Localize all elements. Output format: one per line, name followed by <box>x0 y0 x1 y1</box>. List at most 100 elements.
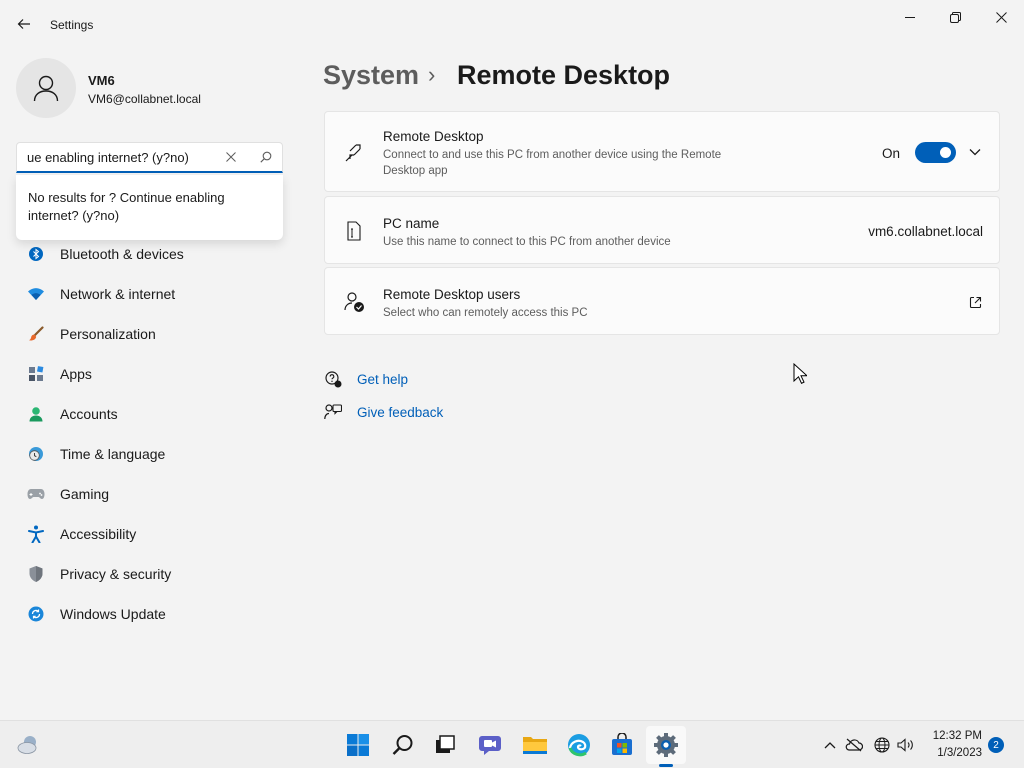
breadcrumb-parent[interactable]: System <box>323 60 419 91</box>
search-button[interactable] <box>258 149 274 165</box>
toggle-knob <box>940 147 951 158</box>
sidebar-item-label: Apps <box>60 366 92 382</box>
remote-desktop-title: Remote Desktop <box>383 129 484 144</box>
weather-cloud-icon <box>17 736 37 754</box>
search-input[interactable]: ue enabling internet? (y?no) <box>16 142 283 173</box>
close-icon <box>995 11 1007 23</box>
show-hidden-icons-button[interactable] <box>821 737 839 753</box>
give-feedback-link[interactable]: Give feedback <box>357 405 443 420</box>
edge-button[interactable] <box>565 731 593 759</box>
sidebar-item-accessibility[interactable]: Accessibility <box>16 516 283 552</box>
network-button[interactable] <box>873 737 891 753</box>
remote-desktop-toggle-label: On <box>882 146 901 161</box>
restore-button[interactable] <box>932 4 978 30</box>
help-chat-icon <box>324 370 342 388</box>
pc-name-description: Use this name to connect to this PC from… <box>383 236 671 248</box>
sidebar-item-time-language[interactable]: Time & language <box>16 436 283 472</box>
back-button[interactable] <box>10 10 38 38</box>
get-help-link[interactable]: Get help <box>357 372 408 387</box>
remote-desktop-users-card[interactable]: Remote Desktop users Select who can remo… <box>324 267 1000 335</box>
remote-desktop-users-title: Remote Desktop users <box>383 287 521 302</box>
search-no-results: No results for ? Continue enabling inter… <box>16 175 283 240</box>
user-email: VM6@collabnet.local <box>88 92 201 106</box>
accessibility-icon <box>16 516 56 552</box>
give-feedback-row[interactable]: Give feedback <box>324 401 443 423</box>
clear-search-button[interactable] <box>223 149 239 165</box>
sidebar-item-network-internet[interactable]: Network & internet <box>16 276 283 312</box>
globe-icon <box>874 737 890 753</box>
edge-icon <box>568 734 590 757</box>
minimize-icon <box>905 17 915 18</box>
start-icon <box>347 734 369 756</box>
pc-name-value: vm6.collabnet.local <box>868 224 983 239</box>
notification-badge[interactable]: 2 <box>988 737 1004 753</box>
sidebar-item-apps[interactable]: Apps <box>16 356 283 392</box>
sidebar-item-accounts[interactable]: Accounts <box>16 396 283 432</box>
clock-globe-icon <box>16 436 56 472</box>
bluetooth-icon <box>16 236 56 272</box>
open-external-icon <box>967 294 983 310</box>
remote-desktop-users-description: Select who can remotely access this PC <box>383 307 588 319</box>
user-icon <box>33 75 59 102</box>
get-help-row[interactable]: Get help <box>324 368 408 390</box>
settings-app-button[interactable] <box>652 731 680 759</box>
pc-name-title: PC name <box>383 216 440 231</box>
settings-icon <box>654 733 678 757</box>
start-button[interactable] <box>344 731 372 759</box>
wifi-icon <box>16 276 56 312</box>
chat-icon <box>479 736 501 755</box>
users-check-icon <box>343 291 365 313</box>
user-name: VM6 <box>88 73 115 88</box>
store-button[interactable] <box>608 731 636 759</box>
sidebar-item-windows-update[interactable]: Windows Update <box>16 596 283 632</box>
avatar[interactable] <box>16 58 76 118</box>
weather-widget-button[interactable] <box>14 731 42 759</box>
restore-icon <box>949 11 961 23</box>
remote-desktop-icon <box>343 142 365 164</box>
gamepad-icon <box>16 476 56 512</box>
update-icon <box>16 596 56 632</box>
close-button[interactable] <box>978 4 1024 30</box>
remote-desktop-toggle[interactable] <box>915 142 956 163</box>
taskbar-search-button[interactable] <box>389 731 417 759</box>
speaker-icon <box>897 738 913 752</box>
brush-icon <box>16 316 56 352</box>
taskbar-active-indicator <box>659 764 673 767</box>
task-view-button[interactable] <box>431 731 459 759</box>
volume-button[interactable] <box>897 737 915 753</box>
taskbar: 12:32 PM 1/3/2023 2 <box>0 720 1024 768</box>
file-explorer-icon <box>523 737 547 754</box>
chat-button[interactable] <box>476 731 504 759</box>
sidebar-item-gaming[interactable]: Gaming <box>16 476 283 512</box>
shield-icon <box>16 556 56 592</box>
sidebar-item-label: Gaming <box>60 486 110 502</box>
sidebar-item-label: Network & internet <box>60 286 176 302</box>
sidebar-item-label: Personalization <box>60 326 156 342</box>
sidebar-item-personalization[interactable]: Personalization <box>16 316 283 352</box>
cloud-offline-icon <box>845 738 863 752</box>
remote-desktop-card[interactable]: Remote Desktop Connect to and use this P… <box>324 111 1000 192</box>
chevron-up-icon <box>824 742 836 749</box>
sidebar-item-label: Bluetooth & devices <box>60 246 184 262</box>
search-icon <box>260 151 272 163</box>
expand-button[interactable] <box>965 144 985 160</box>
apps-icon <box>16 356 56 392</box>
sidebar-item-privacy-security[interactable]: Privacy & security <box>16 556 283 592</box>
search-icon <box>392 735 413 755</box>
back-arrow-icon <box>17 19 30 29</box>
feedback-icon <box>324 403 342 421</box>
page-title: Remote Desktop <box>457 60 671 90</box>
sidebar-item-bluetooth-devices[interactable]: Bluetooth & devices <box>16 236 283 272</box>
file-explorer-button[interactable] <box>521 731 549 759</box>
clock-date[interactable]: 1/3/2023 <box>932 747 982 759</box>
clock-time[interactable]: 12:32 PM <box>932 730 982 742</box>
sidebar-item-label: Windows Update <box>60 606 166 622</box>
search-input-value: ue enabling internet? (y?no) <box>27 149 189 165</box>
minimize-button[interactable] <box>887 4 933 30</box>
breadcrumb-separator: › <box>428 62 436 87</box>
sidebar-item-label: Time & language <box>60 446 166 462</box>
task-view-icon <box>436 735 455 753</box>
pc-name-icon <box>343 220 365 242</box>
onedrive-button[interactable] <box>845 737 863 753</box>
sidebar-item-label: Accessibility <box>60 526 137 542</box>
